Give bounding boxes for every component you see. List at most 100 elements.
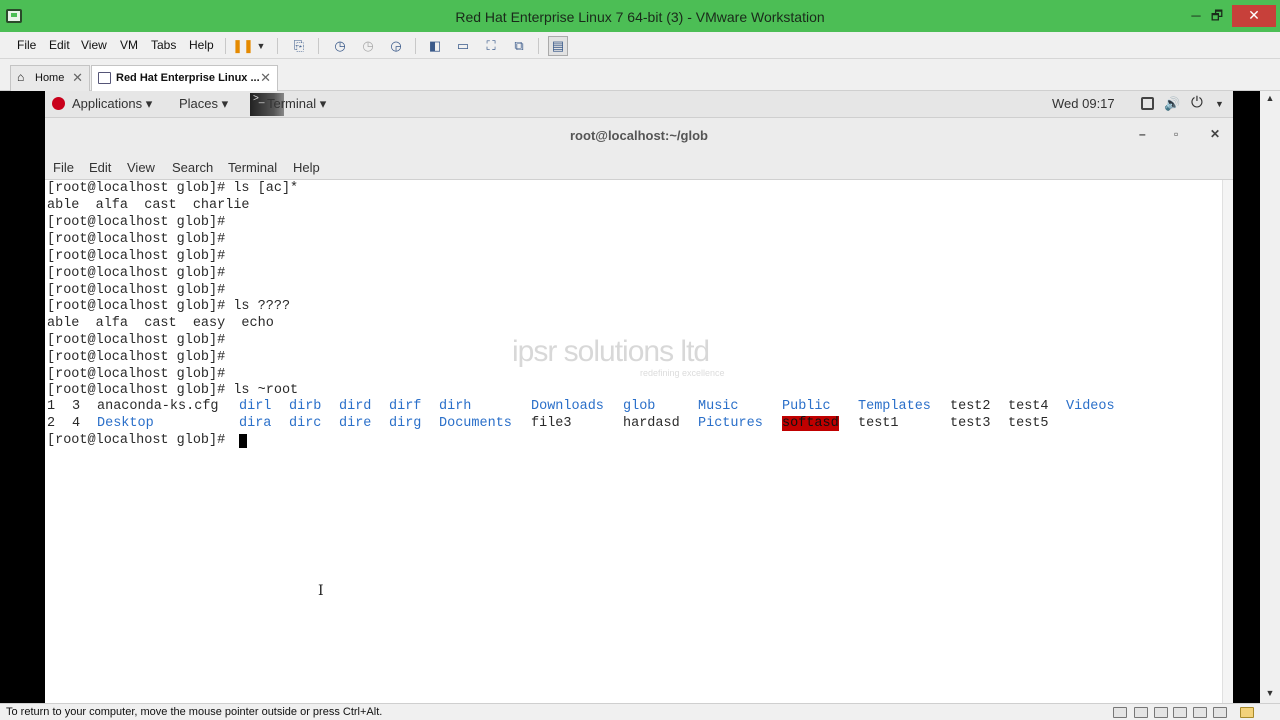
listing-entry: test1 (858, 416, 899, 431)
listing-entry: dirg (389, 416, 422, 431)
snapshot-take-icon[interactable]: ◷ (330, 36, 350, 56)
message-log-icon[interactable] (1240, 707, 1254, 718)
terminal-menubar: File Edit View Search Terminal Help (45, 154, 1233, 180)
listing-entry: dirb (289, 399, 322, 414)
menu-view[interactable]: View (81, 38, 107, 52)
usb-icon[interactable] (1173, 707, 1187, 718)
close-icon[interactable]: ✕ (260, 70, 271, 86)
listing-entry: Documents (439, 416, 512, 431)
terminal-menu-file[interactable]: File (53, 160, 74, 175)
listing-entry: dird (339, 399, 372, 414)
scroll-up-icon[interactable]: ▲ (1260, 93, 1280, 103)
menu-tabs[interactable]: Tabs (151, 38, 176, 52)
window-title: Red Hat Enterprise Linux 7 64-bit (3) - … (455, 9, 825, 25)
pause-icon[interactable]: ❚❚ (232, 36, 254, 56)
terminal-menu-view[interactable]: View (127, 160, 155, 175)
sound-icon[interactable] (1193, 707, 1207, 718)
scroll-down-icon[interactable]: ▼ (1260, 688, 1280, 698)
terminal-menu-help[interactable]: Help (293, 160, 320, 175)
guest-border-right (1233, 91, 1260, 703)
listing-entry: test3 (950, 416, 991, 431)
menu-vm[interactable]: VM (120, 38, 138, 52)
terminal-line: [root@localhost glob]# (47, 249, 226, 264)
applications-menu[interactable]: Applications ▾ (72, 96, 152, 112)
listing-entry: 4 (72, 416, 81, 431)
listing-entry: Templates (858, 399, 931, 414)
listing-entry: hardasd (623, 416, 680, 431)
display-status-icon[interactable] (1213, 707, 1227, 718)
chevron-down-icon[interactable]: ▼ (1215, 99, 1224, 109)
terminal-maximize-button[interactable]: ▫ (1174, 127, 1178, 141)
terminal-line: able alfa cast easy echo (47, 316, 274, 331)
listing-entry: dire (339, 416, 372, 431)
terminal-line: [root@localhost glob]# (47, 350, 226, 365)
listing-entry: test2 (950, 399, 991, 414)
vmware-statusbar: To return to your computer, move the mou… (0, 703, 1280, 720)
toolbar-separator (415, 38, 416, 54)
chevron-down-icon[interactable]: ▼ (254, 36, 268, 56)
hard-disk-icon[interactable] (1113, 707, 1127, 718)
tab-rhel-vm[interactable]: Red Hat Enterprise Linux ... ✕ (91, 65, 278, 91)
unity-icon[interactable]: ⧉ (509, 36, 529, 56)
listing-entry: test5 (1008, 416, 1049, 431)
listing-entry: 2 (47, 416, 56, 431)
vmware-tabbar: ⌂ Home ✕ Red Hat Enterprise Linux ... ✕ (0, 59, 1280, 91)
close-icon[interactable]: ✕ (72, 70, 83, 86)
tab-home[interactable]: ⌂ Home ✕ (10, 65, 90, 91)
thumbnail-view-icon[interactable]: ▭ (453, 36, 473, 56)
terminal-line: [root@localhost glob]# (47, 283, 226, 298)
mouse-ibeam-cursor-icon: I (318, 583, 324, 599)
terminal-scrollbar[interactable] (1222, 180, 1233, 703)
network-icon[interactable] (1154, 707, 1168, 718)
menu-file[interactable]: File (17, 38, 36, 52)
terminal-close-button[interactable]: ✕ (1210, 127, 1220, 141)
terminal-line: [root@localhost glob]# ls [ac]* (47, 181, 299, 196)
watermark-tagline: redefining excellence (640, 368, 725, 378)
volume-icon[interactable]: 🔊 (1164, 96, 1180, 112)
toolbar-separator (538, 38, 539, 54)
host-scrollbar[interactable]: ▲ ▼ (1260, 91, 1280, 703)
clock[interactable]: Wed 09:17 (1052, 96, 1115, 111)
send-ctrl-alt-del-icon[interactable]: ⎘ (289, 36, 309, 56)
listing-entry: Pictures (698, 416, 763, 431)
gnome-top-panel: Applications ▾ Places ▾ >_ Terminal ▾ We… (45, 91, 1233, 118)
terminal-line: [root@localhost glob]# (47, 232, 226, 247)
listing-entry: Downloads (531, 399, 604, 414)
redhat-icon (52, 97, 65, 110)
menu-edit[interactable]: Edit (49, 38, 70, 52)
places-menu[interactable]: Places ▾ (179, 96, 228, 112)
terminal-line: [root@localhost glob]# ls ???? (47, 299, 291, 314)
library-view-icon[interactable]: ◧ (425, 36, 445, 56)
terminal-output[interactable]: [root@localhost glob]# ls [ac]* able alf… (45, 180, 1233, 703)
vm-icon (98, 72, 111, 84)
terminal-line: [root@localhost glob]# (47, 266, 226, 281)
listing-entry: glob (623, 399, 656, 414)
terminal-prompt: [root@localhost glob]# (47, 433, 234, 448)
menu-help[interactable]: Help (189, 38, 214, 52)
display-icon[interactable] (1141, 97, 1154, 110)
terminal-title: root@localhost:~/glob (570, 128, 708, 143)
terminal-menu-terminal[interactable]: Terminal (228, 160, 277, 175)
fullscreen-icon[interactable]: ⛶ (481, 36, 501, 56)
terminal-minimize-button[interactable]: – (1139, 127, 1146, 141)
tab-rhel-label: Red Hat Enterprise Linux ... (116, 72, 260, 84)
listing-entry: Desktop (97, 416, 154, 431)
power-icon[interactable]: ⏻ (1191, 94, 1203, 111)
vmware-titlebar: Red Hat Enterprise Linux 7 64-bit (3) - … (0, 0, 1280, 32)
terminal-app-menu[interactable]: Terminal ▾ (267, 96, 326, 112)
terminal-line: [root@localhost glob]# (47, 333, 226, 348)
terminal-menu-edit[interactable]: Edit (89, 160, 111, 175)
close-button[interactable]: ✕ (1232, 5, 1276, 27)
tab-home-label: Home (35, 72, 65, 84)
listing-entry: 1 (47, 399, 56, 414)
listing-entry: dira (239, 416, 272, 431)
terminal-menu-search[interactable]: Search (172, 160, 213, 175)
cd-drive-icon[interactable] (1134, 707, 1148, 718)
listing-entry: Public (782, 399, 831, 414)
console-view-icon[interactable]: ▤ (548, 36, 568, 56)
restore-button[interactable]: 🗗 (1204, 0, 1230, 32)
toolbar-separator (277, 38, 278, 54)
listing-entry: 3 (72, 399, 81, 414)
snapshot-revert-icon[interactable]: ◷ (358, 36, 378, 56)
snapshot-manager-icon[interactable]: ◶ (386, 36, 406, 56)
